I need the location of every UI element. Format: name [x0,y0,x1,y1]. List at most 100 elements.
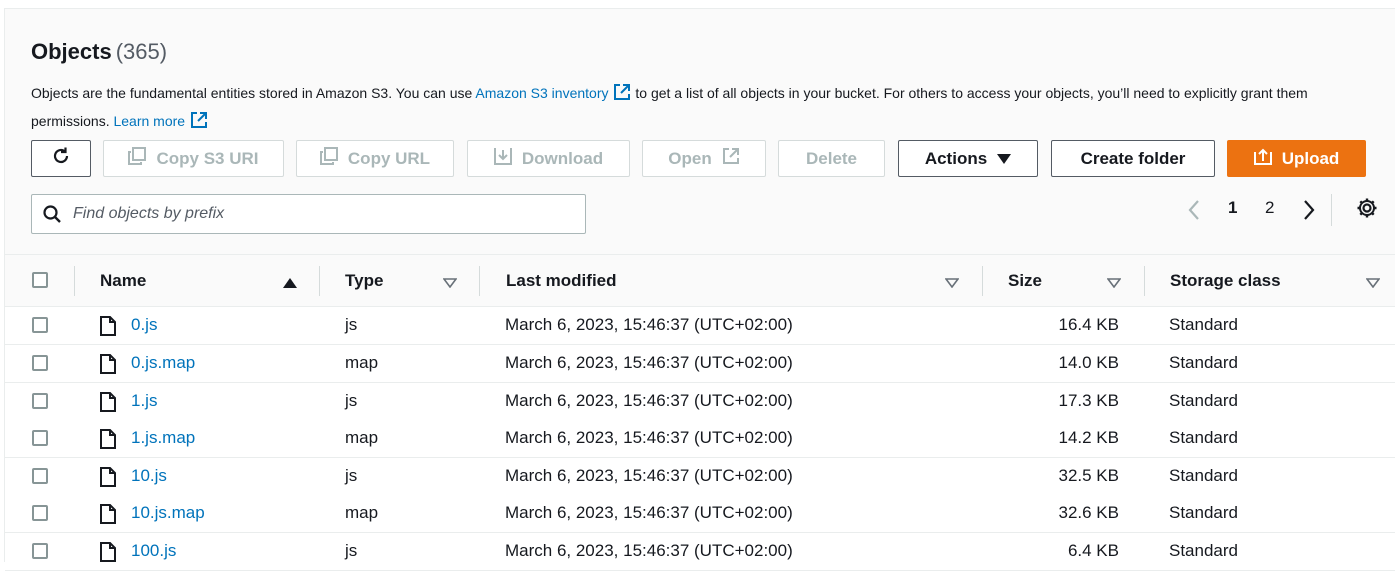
sort-icon[interactable] [442,275,458,293]
download-icon [493,147,512,170]
object-name-link[interactable]: 0.js.map [131,353,195,373]
table-row[interactable]: 1.js.map map March 6, 2023, 15:46:37 (UT… [5,420,1395,458]
object-last-modified: March 6, 2023, 15:46:37 (UTC+02:00) [505,353,793,372]
download-label: Download [521,148,604,168]
object-last-modified: March 6, 2023, 15:46:37 (UTC+02:00) [505,391,793,410]
chevron-right-icon[interactable] [1302,199,1316,226]
page-1[interactable]: 1 [1228,198,1237,218]
object-storage-class: Standard [1169,315,1238,334]
column-divider [74,266,75,296]
object-size: 17.3 KB [1058,391,1120,410]
external-link-icon[interactable] [190,111,208,137]
column-storage-class[interactable]: Storage class [1170,271,1281,291]
copy-url-button[interactable]: Copy URL [296,140,454,177]
column-name[interactable]: Name [100,271,146,291]
sort-icon[interactable] [1365,275,1381,293]
object-name-link[interactable]: 100.js [131,541,176,561]
row-checkbox[interactable] [32,393,48,409]
copy-s3-uri-button[interactable]: Copy S3 URI [103,140,284,177]
refresh-button[interactable] [31,140,91,177]
object-size: 6.4 KB [1067,541,1119,560]
object-type: map [345,353,379,372]
actions-label: Actions [924,148,988,168]
external-link-icon[interactable] [613,83,631,109]
object-storage-class: Standard [1169,541,1238,560]
caret-down-icon [997,149,1012,169]
download-button[interactable]: Download [467,140,630,177]
row-checkbox[interactable] [32,430,48,446]
page-2[interactable]: 2 [1265,198,1274,218]
copy-s3-uri-label: Copy S3 URI [156,148,259,168]
create-folder-label: Create folder [1080,148,1186,168]
refresh-icon [51,146,71,171]
object-size: 32.6 KB [1058,503,1120,522]
table-row[interactable]: 0.js.map map March 6, 2023, 15:46:37 (UT… [5,345,1395,383]
object-last-modified: March 6, 2023, 15:46:37 (UTC+02:00) [505,466,793,485]
object-last-modified: March 6, 2023, 15:46:37 (UTC+02:00) [505,503,793,522]
objects-header: Objects (365) Objects are the fundamental… [5,9,1395,254]
create-folder-button[interactable]: Create folder [1051,140,1215,177]
object-type: map [345,428,379,447]
column-type[interactable]: Type [345,271,383,291]
search-input[interactable] [73,205,573,223]
row-checkbox[interactable] [32,543,48,559]
object-size: 16.4 KB [1058,315,1120,334]
object-type: js [345,391,358,410]
s3-inventory-link[interactable]: Amazon S3 inventory [475,85,608,101]
row-checkbox[interactable] [32,505,48,521]
table-row[interactable]: 100.js js March 6, 2023, 15:46:37 (UTC+0… [5,533,1395,571]
desc-text-1: Objects are the fundamental entities sto… [31,85,476,101]
object-name-link[interactable]: 0.js [131,315,157,335]
object-name-link[interactable]: 10.js.map [131,503,205,523]
delete-button[interactable]: Delete [778,140,885,177]
object-count: (365) [115,39,168,64]
object-name-link[interactable]: 1.js [131,391,157,411]
object-storage-class: Standard [1169,466,1238,485]
sort-icon[interactable] [944,275,960,293]
object-storage-class: Standard [1169,503,1238,522]
file-icon [100,354,116,379]
file-icon [100,542,116,567]
upload-icon [1253,147,1272,170]
file-icon [100,504,116,529]
object-last-modified: March 6, 2023, 15:46:37 (UTC+02:00) [505,541,793,560]
table-row[interactable]: 1.js js March 6, 2023, 15:46:37 (UTC+02:… [5,383,1395,421]
object-type: js [345,541,358,560]
object-type: map [345,503,379,522]
object-size: 14.0 KB [1058,353,1120,372]
table-row[interactable]: 0.js js March 6, 2023, 15:46:37 (UTC+02:… [5,307,1395,345]
column-divider [1144,266,1145,296]
search-icon [43,205,61,223]
select-all-checkbox[interactable] [32,272,48,288]
search-box[interactable] [31,194,586,234]
title-text: Objects [31,39,112,64]
page-title: Objects (365) [31,39,167,65]
column-last-modified[interactable]: Last modified [506,271,617,291]
learn-more-link[interactable]: Learn more [113,113,185,129]
gear-icon[interactable] [1356,197,1378,224]
upload-label: Upload [1281,148,1340,168]
object-name-link[interactable]: 1.js.map [131,428,195,448]
row-checkbox[interactable] [32,468,48,484]
column-divider [319,266,320,296]
open-label: Open [668,148,712,168]
column-divider [982,266,983,296]
table-row[interactable]: 10.js.map map March 6, 2023, 15:46:37 (U… [5,495,1395,533]
row-checkbox[interactable] [32,317,48,333]
description: Objects are the fundamental entities sto… [31,81,1371,137]
upload-button[interactable]: Upload [1227,140,1366,177]
actions-dropdown[interactable]: Actions [898,140,1038,177]
object-name-link[interactable]: 10.js [131,466,167,486]
object-last-modified: March 6, 2023, 15:46:37 (UTC+02:00) [505,428,793,447]
file-icon [100,316,116,341]
row-checkbox[interactable] [32,355,48,371]
chevron-left-icon[interactable] [1187,199,1201,226]
table-row[interactable]: 10.js js March 6, 2023, 15:46:37 (UTC+02… [5,458,1395,496]
object-storage-class: Standard [1169,353,1238,372]
object-type: js [345,466,358,485]
open-button[interactable]: Open [642,140,766,177]
sort-ascending-icon[interactable] [283,275,297,293]
copy-icon [319,147,338,170]
column-size[interactable]: Size [1008,271,1042,291]
sort-icon[interactable] [1106,275,1122,293]
